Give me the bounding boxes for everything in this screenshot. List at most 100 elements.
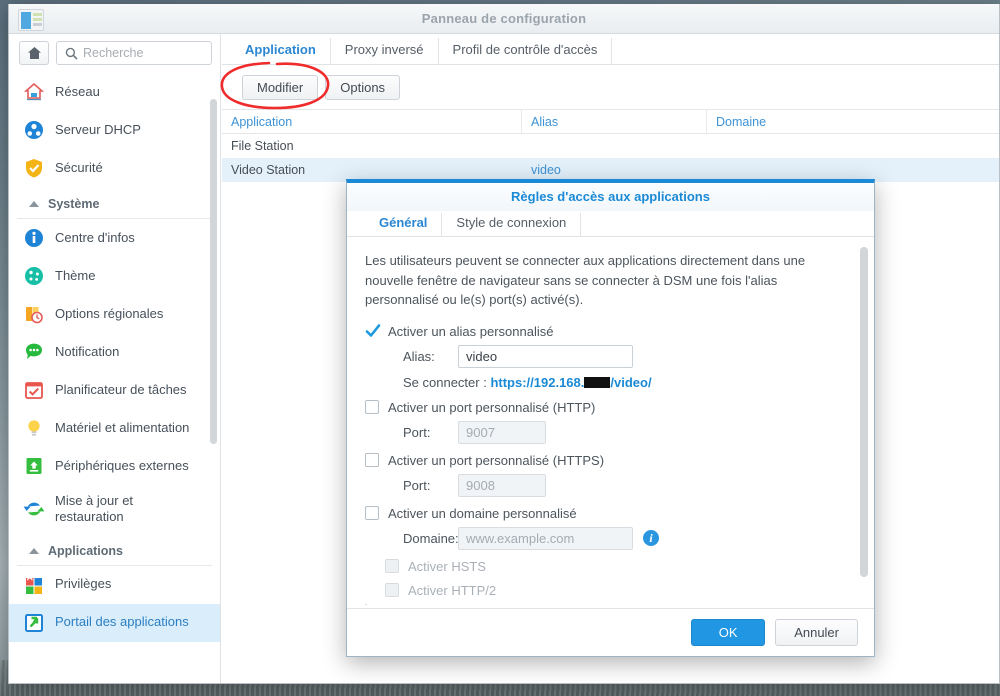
sidebar-scrollbar[interactable]	[210, 99, 217, 444]
sidebar-item-label: Planificateur de tâches	[55, 381, 187, 397]
http-port-input[interactable]: 9007	[458, 420, 546, 444]
cancel-button[interactable]: Annuler	[775, 619, 858, 646]
domain-checkbox-row[interactable]: Activer un domaine personnalisé	[365, 506, 852, 521]
alias-checkbox[interactable]	[365, 324, 381, 338]
search-input[interactable]: Recherche	[56, 41, 212, 65]
hsts-checkbox[interactable]	[385, 559, 399, 573]
home-button[interactable]	[19, 41, 49, 65]
sidebar-group-applications[interactable]: Applications	[17, 536, 212, 566]
hsts-checkbox-row[interactable]: Activer HSTS	[385, 559, 852, 574]
clipped-checkbox	[365, 603, 367, 605]
tab-profil-de-controle-dacces[interactable]: Profil de contrôle d'accès	[439, 38, 613, 64]
notification-icon	[23, 341, 45, 363]
sidebar-item-materiel-et-alimentation[interactable]: Matériel et alimentation	[9, 409, 220, 447]
dialog-scrollbar[interactable]	[860, 247, 868, 577]
domain-placeholder: www.example.com	[466, 530, 575, 546]
window-title: Panneau de configuration	[421, 11, 587, 26]
sidebar-item-label: Périphériques externes	[55, 457, 189, 473]
https-port-checkbox[interactable]	[365, 453, 379, 467]
domain-checkbox[interactable]	[365, 506, 379, 520]
tab-label: Application	[245, 42, 316, 57]
dialog-tabs: Général Style de connexion	[347, 211, 874, 237]
cell-application: File Station	[231, 139, 294, 153]
sidebar-item-label: Notification	[55, 343, 120, 359]
http-port-label: Port:	[403, 424, 431, 440]
alias-checkbox-label: Activer un alias personnalisé	[388, 323, 554, 339]
column-label: Alias	[531, 114, 559, 129]
tab-proxy-inverse[interactable]: Proxy inversé	[331, 38, 439, 64]
column-header-alias[interactable]: Alias	[522, 109, 707, 134]
https-port-label: Port:	[403, 477, 431, 493]
window-titlebar: Panneau de configuration	[9, 4, 999, 34]
sidebar-items-list: Réseau Serveur DHCP Sécurité Système Cen…	[9, 73, 220, 642]
column-label: Domaine	[716, 114, 767, 129]
sidebar-group-systeme[interactable]: Système	[17, 189, 212, 219]
sidebar-item-serveur-dhcp[interactable]: Serveur DHCP	[9, 111, 220, 149]
security-shield-icon	[23, 157, 45, 179]
domain-label: Domaine:	[403, 530, 459, 546]
http-port-checkbox[interactable]	[365, 400, 379, 414]
alias-checkbox-row[interactable]: Activer un alias personnalisé	[365, 324, 852, 339]
options-button-label: Options	[340, 80, 386, 95]
sidebar-item-mise-a-jour-et-restauration[interactable]: Mise à jour et restauration	[9, 485, 220, 534]
sidebar-item-label: Serveur DHCP	[55, 121, 141, 137]
edit-button[interactable]: Modifier	[242, 75, 319, 100]
http2-checkbox[interactable]	[385, 583, 399, 597]
dialog-intro-text: Les utilisateurs peuvent se connecter au…	[365, 253, 806, 307]
ok-button[interactable]: OK	[691, 619, 766, 646]
sidebar-item-label: Thème	[55, 267, 96, 283]
chevron-up-icon	[29, 201, 39, 207]
application-access-dialog: Règles d'accès aux applications Général …	[346, 179, 875, 657]
options-button[interactable]: Options	[325, 75, 401, 100]
dialog-tab-general[interactable]: Général	[365, 213, 443, 236]
chevron-up-icon	[29, 547, 39, 554]
dialog-title: Règles d'accès aux applications	[347, 183, 874, 211]
search-placeholder: Recherche	[83, 46, 144, 60]
sidebar-item-label: Privilèges	[55, 576, 112, 592]
tab-application[interactable]: Application	[231, 38, 331, 64]
ok-button-label: OK	[718, 625, 738, 640]
dialog-footer: OK Annuler	[347, 608, 874, 656]
connect-url-link[interactable]: https://192.168. /video/	[490, 375, 651, 390]
hardware-power-icon	[23, 417, 45, 439]
http-port-checkbox-row[interactable]: Activer un port personnalisé (HTTP)	[365, 400, 852, 415]
sidebar-item-label: Options régionales	[55, 305, 164, 321]
sidebar-item-options-regionales[interactable]: Options régionales	[9, 295, 220, 333]
alias-input[interactable]: video	[458, 344, 633, 368]
sidebar-item-peripheriques-externes[interactable]: Périphériques externes	[9, 447, 220, 485]
update-restore-icon	[23, 498, 45, 520]
domain-input[interactable]: www.example.com	[458, 526, 633, 550]
sidebar-item-label: Mise à jour et restauration	[55, 493, 134, 525]
column-header-domaine[interactable]: Domaine	[707, 110, 999, 134]
sidebar-item-label: Portail des applications	[55, 614, 189, 630]
sidebar-item-securite[interactable]: Sécurité	[9, 149, 220, 187]
sidebar-item-theme[interactable]: Thème	[9, 257, 220, 295]
cancel-button-label: Annuler	[794, 625, 839, 640]
sidebar-item-centre-dinfos[interactable]: Centre d'infos	[9, 219, 220, 257]
table-row[interactable]: File Station	[222, 134, 999, 158]
sidebar-item-notification[interactable]: Notification	[9, 333, 220, 371]
tab-label: Proxy inversé	[344, 42, 424, 57]
http2-checkbox-row[interactable]: Activer HTTP/2	[385, 583, 852, 598]
dialog-tab-style-de-connexion[interactable]: Style de connexion	[442, 213, 582, 236]
search-icon	[65, 47, 78, 60]
sidebar-item-privileges[interactable]: Privilèges	[9, 566, 220, 604]
redacted-ip-segment	[584, 376, 611, 388]
sidebar-group-label: Système	[48, 197, 100, 211]
column-header-application[interactable]: Application	[222, 109, 522, 134]
tab-label: Profil de contrôle d'accès	[452, 42, 598, 57]
regional-options-icon	[23, 303, 45, 325]
sidebar-item-planificateur-de-taches[interactable]: Planificateur de tâches	[9, 371, 220, 409]
sidebar-item-portail-des-applications[interactable]: Portail des applications	[9, 603, 220, 642]
https-port-input[interactable]: 9008	[458, 473, 546, 497]
column-label: Application	[231, 114, 293, 129]
domain-field-row: Domaine: www.example.com i	[365, 526, 852, 550]
info-icon[interactable]: i	[643, 530, 659, 546]
sidebar-item-reseau[interactable]: Réseau	[9, 73, 220, 111]
https-port-checkbox-row[interactable]: Activer un port personnalisé (HTTPS)	[365, 453, 852, 468]
sidebar-item-label: Réseau	[55, 83, 100, 99]
theme-palette-icon	[23, 265, 45, 287]
dialog-tab-label: Général	[379, 215, 428, 230]
sidebar-item-label: Matériel et alimentation	[55, 419, 190, 435]
sidebar-scroll-area: Réseau Serveur DHCP Sécurité Système Cen…	[9, 73, 220, 683]
